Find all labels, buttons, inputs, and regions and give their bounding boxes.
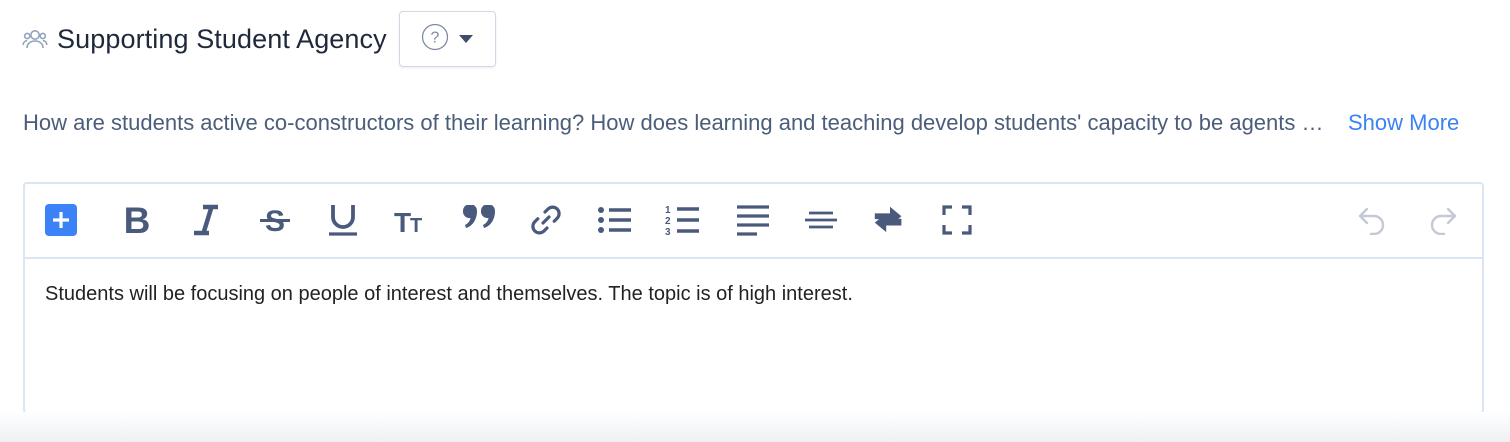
align-left-icon[interactable] [735,202,771,238]
strikethrough-icon[interactable]: S [257,202,293,238]
svg-text:1: 1 [665,205,671,216]
description-row: How are students active co-constructors … [23,110,1483,136]
add-block-icon[interactable] [43,202,79,238]
fullscreen-icon[interactable] [939,202,975,238]
svg-text:T: T [410,215,422,236]
description-text: How are students active co-constructors … [23,110,1328,135]
align-center-icon[interactable] [803,202,839,238]
rich-text-editor: B S TT 123 Students will be focusing on … [23,182,1484,414]
section-title: Supporting Student Agency [57,23,387,54]
bottom-shadow [0,412,1510,442]
link-icon[interactable] [528,202,564,238]
text-size-icon[interactable]: TT [393,202,429,238]
svg-text:?: ? [431,29,440,46]
clear-format-icon[interactable] [871,202,907,238]
svg-text:2: 2 [665,216,671,227]
undo-icon[interactable] [1354,202,1390,238]
editor-content[interactable]: Students will be focusing on people of i… [25,259,1482,330]
numbered-list-icon[interactable]: 123 [665,202,701,238]
section-header: Supporting Student Agency ? [22,10,496,68]
redo-icon[interactable] [1425,202,1461,238]
question-circle-icon: ? [421,23,449,56]
bold-icon[interactable]: B [119,202,155,238]
help-dropdown-button[interactable]: ? [398,11,496,67]
italic-icon[interactable] [188,202,224,238]
show-more-link[interactable]: Show More [1348,110,1459,136]
svg-text:3: 3 [665,227,671,237]
underline-icon[interactable] [325,202,361,238]
blockquote-icon[interactable] [461,202,497,238]
bullet-list-icon[interactable] [597,202,633,238]
svg-text:B: B [124,204,151,236]
editor-toolbar: B S TT 123 [25,184,1482,259]
caret-down-icon [459,30,474,48]
svg-text:T: T [394,207,411,236]
people-icon [22,26,48,52]
